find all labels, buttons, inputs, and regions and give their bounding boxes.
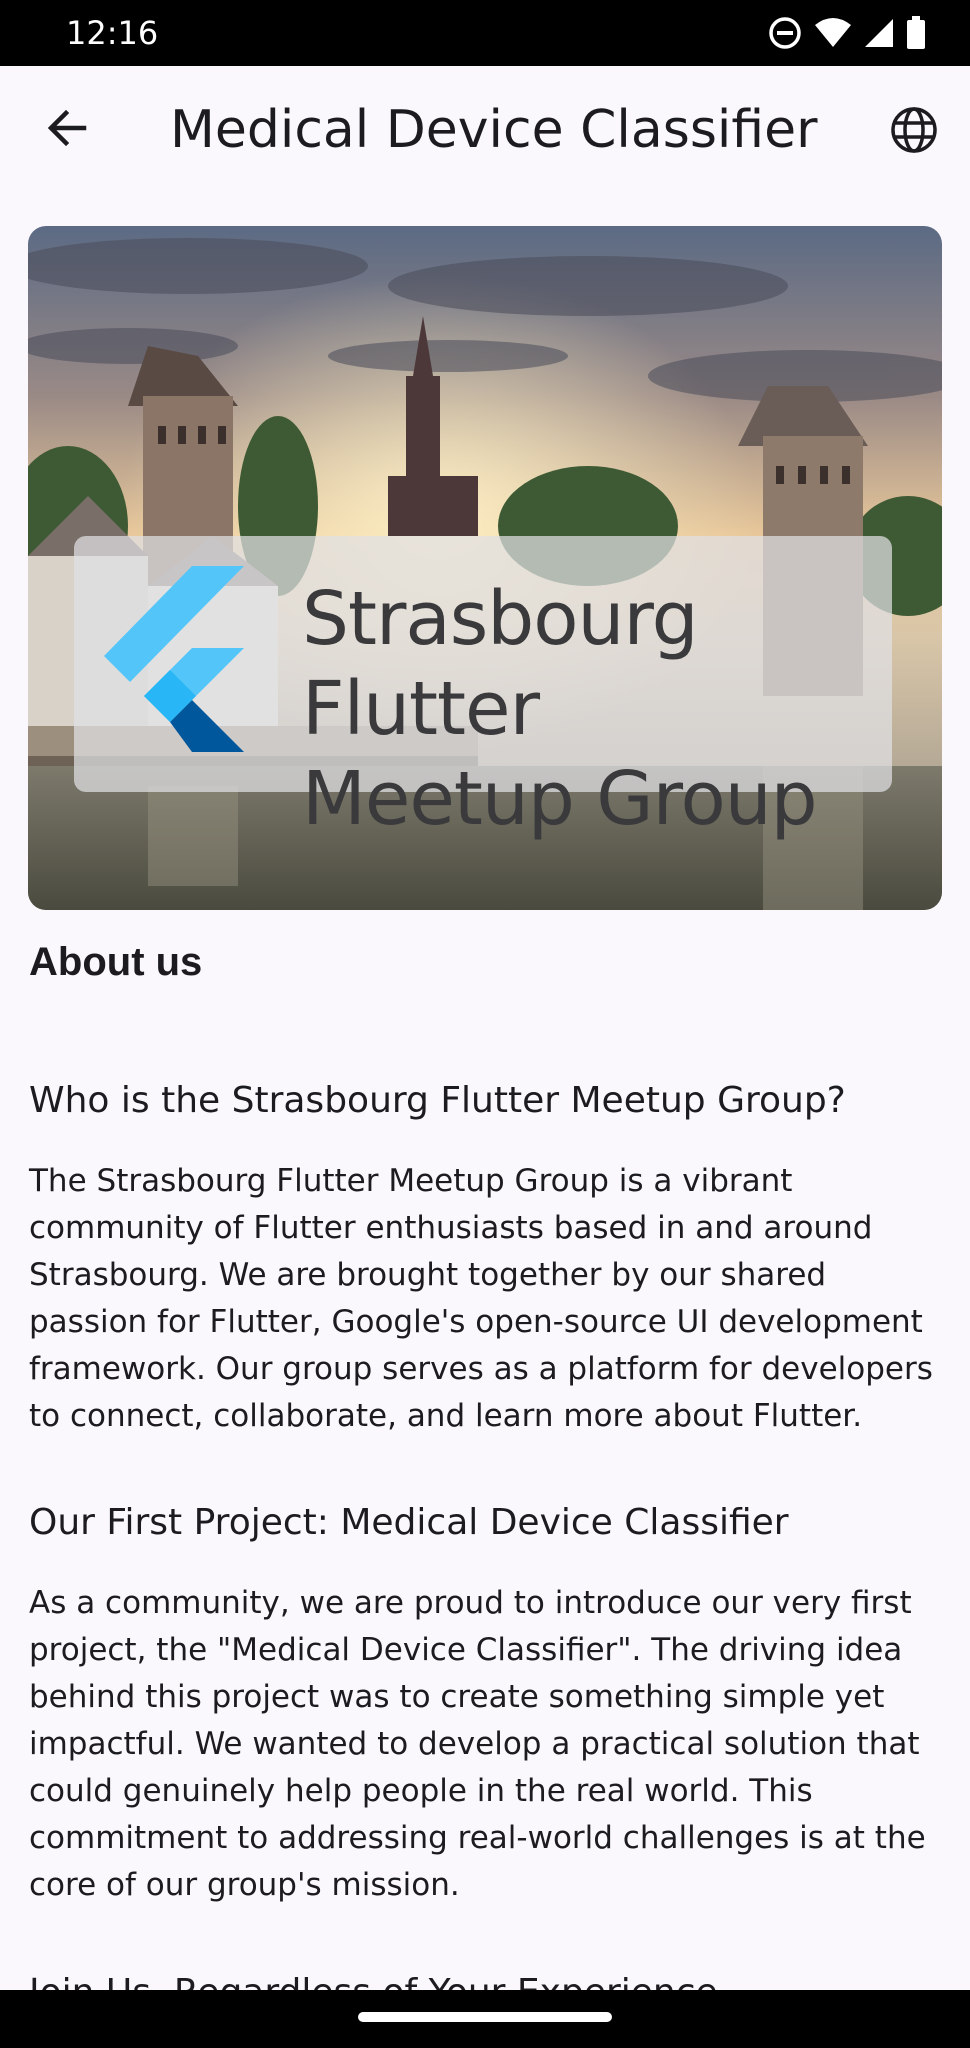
about-heading: About us <box>29 940 203 984</box>
section-text-who: The Strasbourg Flutter Meetup Group is a… <box>29 1163 933 1434</box>
status-time: 12:16 <box>66 14 159 52</box>
home-gesture-handle[interactable] <box>358 2012 612 2022</box>
app-title: Medical Device Classifier <box>170 100 818 160</box>
banner-line-2: Meetup Group <box>302 756 818 842</box>
signal-icon <box>865 19 893 47</box>
do-not-disturb-icon <box>769 17 801 49</box>
battery-icon <box>907 16 925 49</box>
language-button[interactable] <box>882 98 946 162</box>
app-bar: Medical Device Classifier <box>0 66 970 198</box>
hero-image: Strasbourg Flutter Meetup Group <box>28 226 942 910</box>
section-title-who: Who is the Strasbourg Flutter Meetup Gro… <box>29 1080 846 1121</box>
banner-title: Strasbourg Flutter Meetup Group <box>302 574 892 844</box>
arrow-back-icon <box>47 109 87 147</box>
section-text-project: As a community, we are proud to introduc… <box>29 1585 926 1903</box>
status-bar: 12:16 <box>0 0 970 66</box>
banner-line-1: Strasbourg Flutter <box>302 576 699 752</box>
globe-icon <box>891 107 937 153</box>
back-button[interactable] <box>34 96 98 160</box>
wifi-icon <box>815 18 851 47</box>
meetup-banner: Strasbourg Flutter Meetup Group <box>74 536 892 842</box>
navigation-bar <box>0 1990 970 2048</box>
section-title-project: Our First Project: Medical Device Classi… <box>29 1502 789 1543</box>
flutter-logo-icon <box>104 566 244 752</box>
status-icons <box>768 14 926 52</box>
